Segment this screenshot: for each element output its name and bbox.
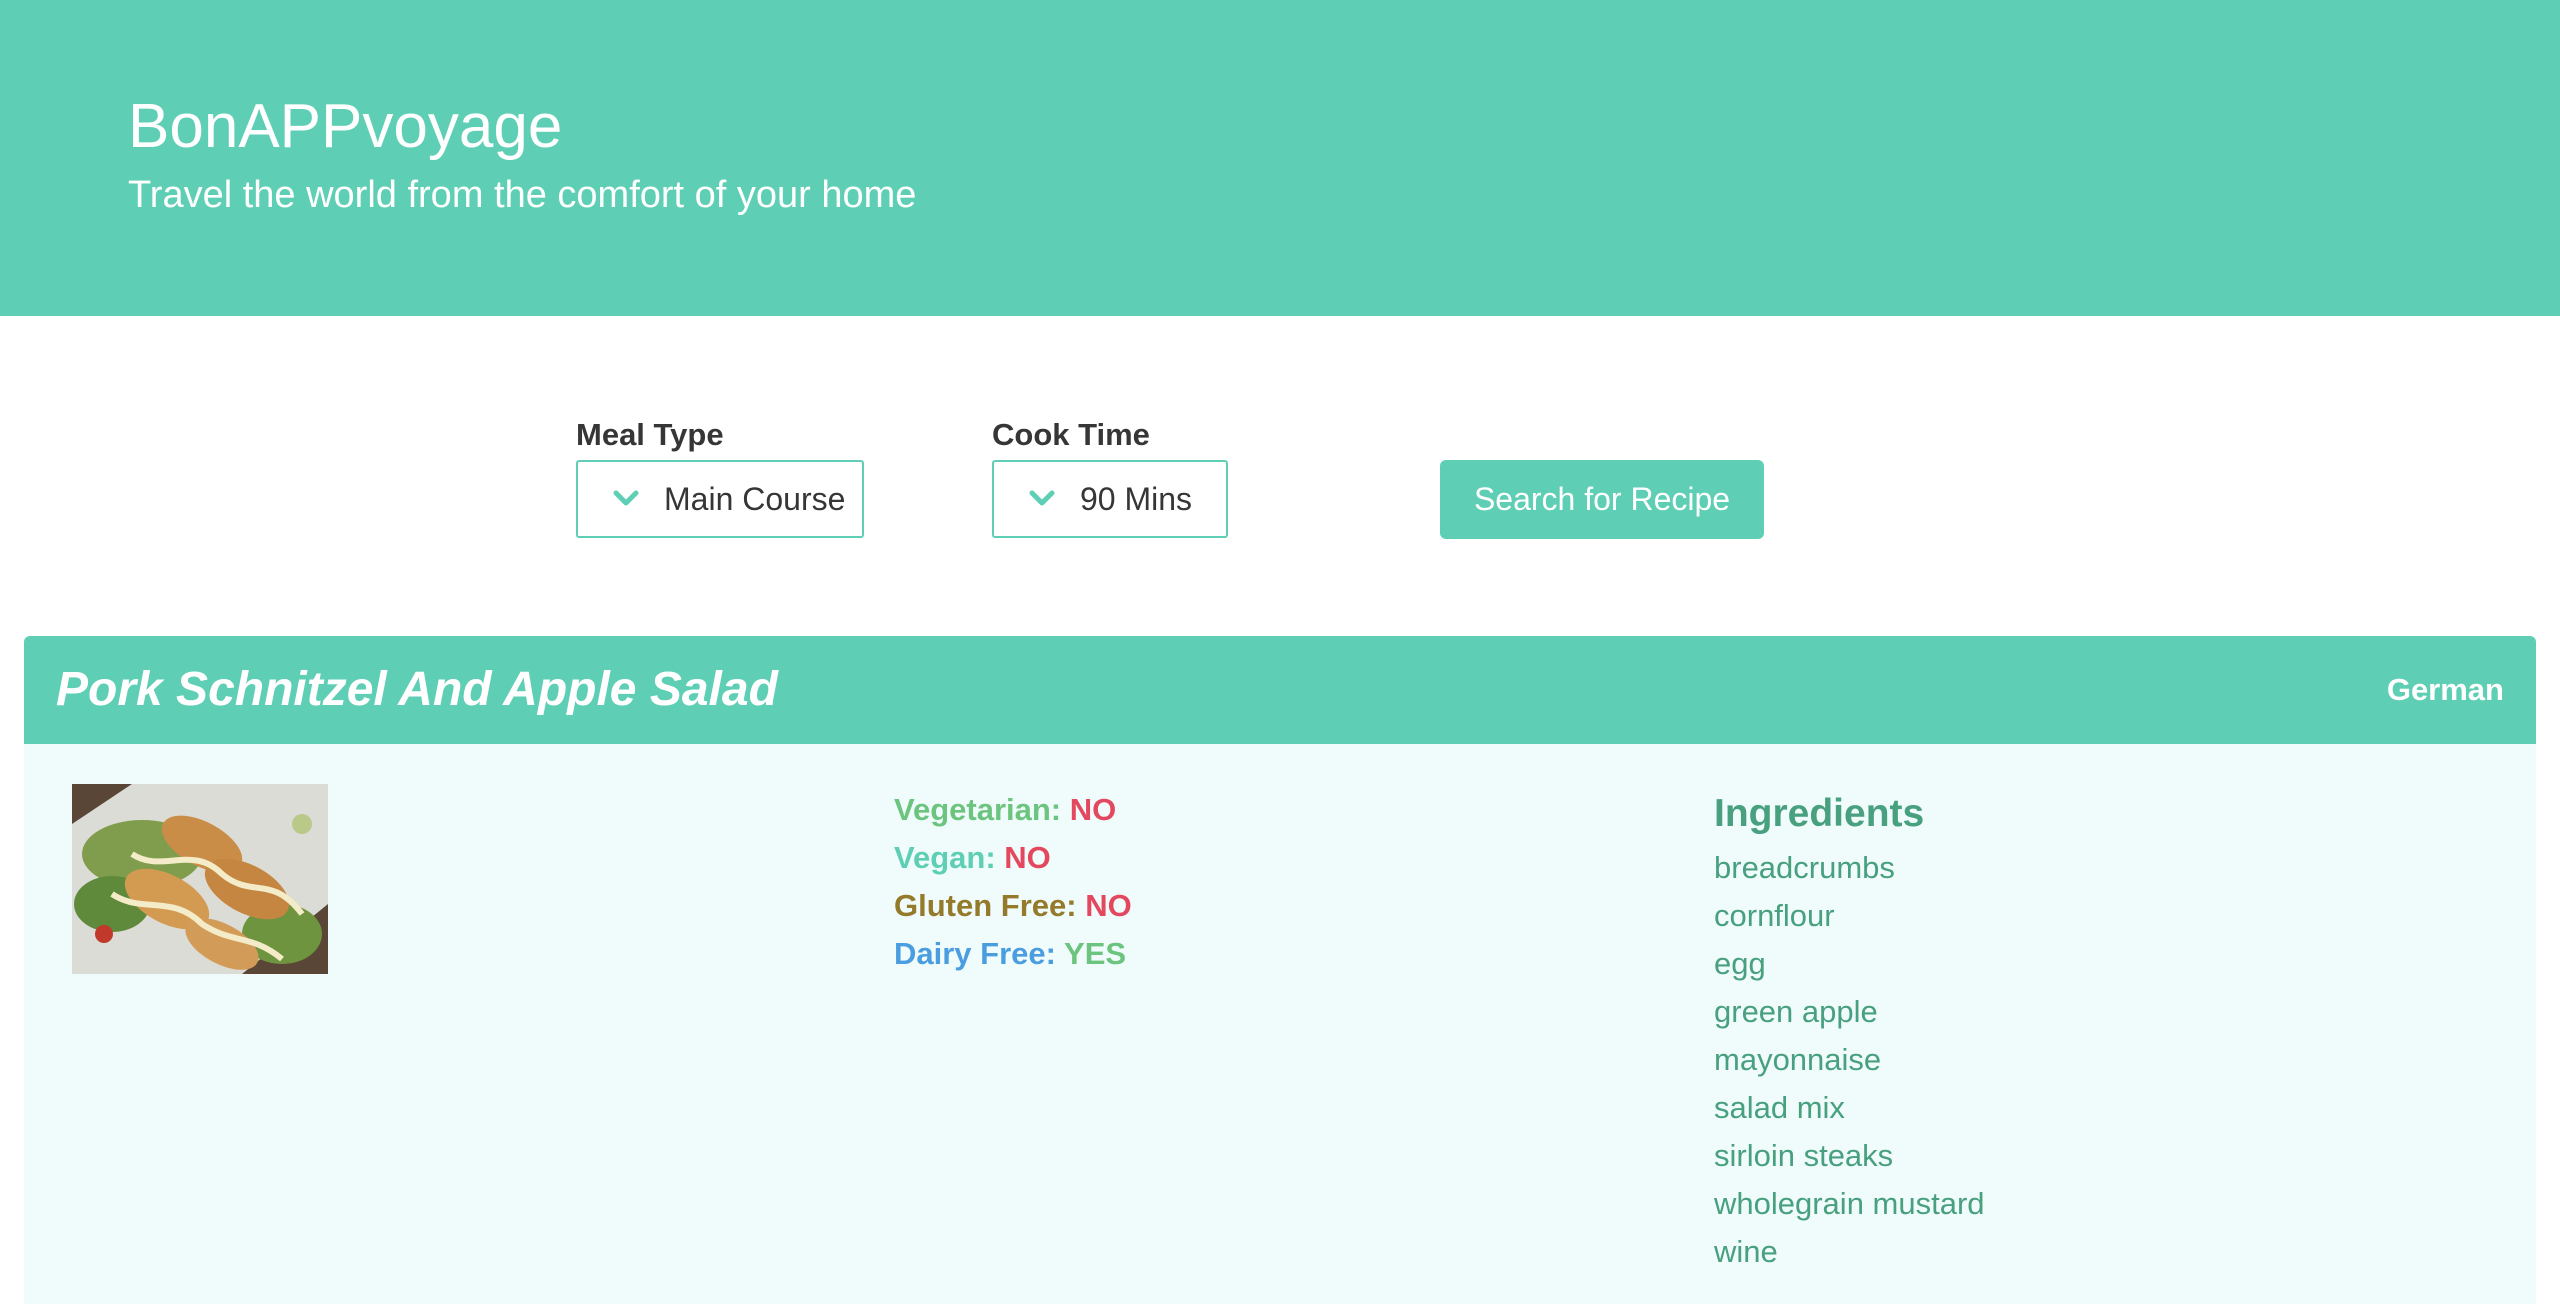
chevron-down-icon [1024,481,1060,517]
ingredient-item: sirloin steaks [1714,1138,1894,1173]
ingredient-item: egg [1714,946,1766,981]
ingredient-item: wine [1714,1234,1778,1269]
diet-value: NO [1069,792,1117,827]
recipe-title[interactable]: Pork Schnitzel And Apple Salad [56,658,778,722]
ingredient-item: breadcrumbs [1714,850,1895,885]
diet-info: Vegetarian: NO Vegan: NO Gluten Free: NO… [894,786,1132,978]
app-subtitle: Travel the world from the comfort of you… [128,174,917,216]
diet-value: YES [1064,936,1127,971]
cook-time-value: 90 Mins [1080,480,1193,517]
cook-time-label: Cook Time [992,417,1150,452]
ingredient-item: mayonnaise [1714,1042,1882,1077]
diet-label: Vegetarian: [894,792,1062,827]
hero-banner: BonAPPvoyage Travel the world from the c… [0,0,2560,316]
meal-type-label: Meal Type [576,417,724,452]
diet-dairy-free: Dairy Free: YES [894,930,1132,978]
ingredients-section: Ingredients breadcrumbs cornflour egg gr… [1714,786,1985,1276]
recipe-card: Pork Schnitzel And Apple Salad German Ve… [24,636,2536,1304]
diet-label: Dairy Free: [894,936,1056,971]
diet-value: NO [1085,888,1132,923]
app-title: BonAPPvoyage [128,92,563,161]
ingredient-item: wholegrain mustard [1714,1186,1985,1221]
diet-vegan: Vegan: NO [894,834,1132,882]
meal-type-select[interactable]: Main Course [576,460,864,538]
diet-vegetarian: Vegetarian: NO [894,786,1132,834]
ingredient-item: green apple [1714,994,1878,1029]
chevron-down-icon [608,481,644,517]
search-recipe-button[interactable]: Search for Recipe [1440,460,1764,539]
diet-label: Vegan: [894,840,996,875]
ingredients-title: Ingredients [1714,792,1925,835]
diet-label: Gluten Free: [894,888,1077,923]
ingredient-item: salad mix [1714,1090,1845,1125]
diet-gluten-free: Gluten Free: NO [894,882,1132,930]
ingredient-item: cornflour [1714,898,1835,933]
recipe-card-header: Pork Schnitzel And Apple Salad German [24,636,2536,744]
cook-time-select[interactable]: 90 Mins [992,460,1228,538]
recipe-image[interactable] [72,784,328,974]
diet-value: NO [1004,840,1051,875]
meal-type-value: Main Course [664,480,846,517]
cuisine-tag: German [2386,672,2504,707]
